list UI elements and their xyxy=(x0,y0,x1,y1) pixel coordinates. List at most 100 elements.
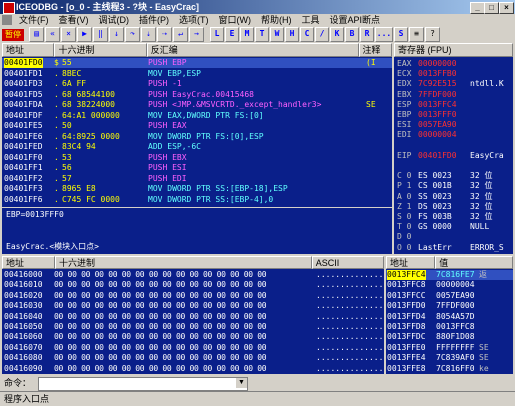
disasm-row[interactable]: 00401FED. 83C4 94 ADD ESP,-6C xyxy=(2,142,392,152)
dump-row[interactable]: 00416060 00 00 00 00 00 00 00 00 00 00 00… xyxy=(2,332,384,342)
toolbar-handles-button[interactable]: H xyxy=(285,27,299,42)
stack-row[interactable]: 0013FFE8 7C816FF0 ke xyxy=(386,364,513,374)
disasm-marker: $ xyxy=(54,58,59,67)
execute-till-return-icon[interactable]: ↵ xyxy=(173,27,188,42)
dump-row[interactable]: 00416040 00 00 00 00 00 00 00 00 00 00 00… xyxy=(2,312,384,322)
register-row xyxy=(394,161,513,171)
disasm-col-address[interactable]: 地址 xyxy=(2,43,55,57)
disasm-pane[interactable]: 00401FD0 $55 PUSH EBP (I 00401FD1. 8BEC MOV EB… xyxy=(2,57,392,207)
dump-row[interactable]: 00416000 00 00 00 00 00 00 00 00 00 00 00… xyxy=(2,270,384,280)
chevron-down-icon[interactable]: ▼ xyxy=(236,378,247,388)
stack-row[interactable]: 0013FFD8 0013FFC8 xyxy=(386,322,513,332)
toolbar-references-button[interactable]: R xyxy=(360,27,374,42)
menu-api-breakpoint[interactable]: 设置API断点 xyxy=(325,14,386,27)
title-bar: ICEODBG - [o_0 - 主线程3 - ?块 - EasyCrac] _… xyxy=(0,0,515,14)
disasm-col-comment[interactable]: 注释 xyxy=(358,43,393,57)
step-over-icon[interactable]: ↷ xyxy=(125,27,140,42)
disasm-col-hex[interactable]: 十六进制 xyxy=(54,43,147,57)
disasm-row[interactable]: 00401FD3. 6A FF PUSH -1 xyxy=(2,79,392,89)
minimize-button[interactable]: _ xyxy=(470,2,485,14)
dump-col-hex[interactable]: 十六进制 xyxy=(55,256,312,269)
stack-row[interactable]: 0013FFE4 7C839AF0 SE xyxy=(386,353,513,363)
dump-col-address[interactable]: 地址 xyxy=(2,256,56,269)
dump-row[interactable]: 00416090 00 00 00 00 00 00 00 00 00 00 00… xyxy=(2,364,384,374)
menu-view[interactable]: 查看(V) xyxy=(54,14,94,27)
toolbar-callstack-button[interactable]: K xyxy=(330,27,344,42)
dump-row[interactable]: 00416030 00 00 00 00 00 00 00 00 00 00 00… xyxy=(2,301,384,311)
trace-over-icon[interactable]: ⇢ xyxy=(157,27,172,42)
register-row: A 0 SS 0023 32 位 xyxy=(394,192,513,202)
stack-row[interactable]: 0013FFD4 8054A57D xyxy=(386,312,513,322)
disasm-row[interactable]: 00401FDA. 68 38224000 PUSH <JMP.&MSVCRTD._… xyxy=(2,100,392,110)
disasm-header: 地址 十六进制 反汇编 注释 xyxy=(2,43,393,57)
disasm-row[interactable]: 00401FF2. 57 PUSH EDI xyxy=(2,174,392,184)
dump-row[interactable]: 00416070 00 00 00 00 00 00 00 00 00 00 00… xyxy=(2,343,384,353)
disasm-address: 00401FD3 xyxy=(4,79,43,88)
disasm-address: 00401FD0 xyxy=(4,58,43,68)
disasm-row[interactable]: 00401FF0. 53 PUSH EBX xyxy=(2,153,392,163)
menu-file[interactable]: 文件(F) xyxy=(14,14,54,27)
disasm-row[interactable]: 00401FF3. 8965 E8 MOV DWORD PTR SS:[EBP-18… xyxy=(2,184,392,194)
stack-row[interactable]: 0013FFC8 00000004 xyxy=(386,280,513,290)
menu-window[interactable]: 窗口(W) xyxy=(214,14,257,27)
stack-value: 00000004 xyxy=(436,280,475,290)
run-icon[interactable]: ▶ xyxy=(77,27,92,42)
close-button[interactable]: × xyxy=(499,2,514,14)
dump-row[interactable]: 00416010 00 00 00 00 00 00 00 00 00 00 00… xyxy=(2,280,384,290)
menu-help[interactable]: 帮助(H) xyxy=(256,14,297,27)
stack-row[interactable]: 0013FFC4 7C816FE7 返 xyxy=(386,270,513,280)
toolbar-memory-button[interactable]: M xyxy=(240,27,254,42)
command-input[interactable]: ▼ xyxy=(38,377,248,391)
dump-hex: 00 00 00 00 00 00 00 00 00 00 00 00 00 0… xyxy=(54,322,267,331)
stack-col-address[interactable]: 地址 xyxy=(386,256,436,269)
dump-row[interactable]: 00416020 00 00 00 00 00 00 00 00 00 00 00… xyxy=(2,291,384,301)
close-icon[interactable]: × xyxy=(61,27,76,42)
disasm-row[interactable]: 00401FF1. 56 PUSH ESI xyxy=(2,163,392,173)
disasm-row[interactable]: 00401FD5. 68 68544100 PUSH EasyCrac.004154… xyxy=(2,90,392,100)
dump-col-ascii[interactable]: ASCII xyxy=(311,256,384,269)
disasm-address: 00401FE6 xyxy=(4,131,43,141)
disasm-row[interactable]: 00401FD1. 8BEC MOV EBP,ESP xyxy=(2,69,392,79)
stack-pane[interactable]: 0013FFC4 7C816FE7 返 0013FFC8 00000004 0013FFC… xyxy=(386,269,513,374)
open-icon[interactable]: ▤ xyxy=(29,27,44,42)
dump-row[interactable]: 00416050 00 00 00 00 00 00 00 00 00 00 00… xyxy=(2,322,384,332)
disasm-row[interactable]: 00401FD0 $55 PUSH EBP (I xyxy=(2,58,392,68)
toolbar-log-button[interactable]: L xyxy=(210,27,224,42)
list-icon[interactable]: ≡ xyxy=(409,27,424,42)
help-icon[interactable]: ? xyxy=(425,27,440,42)
toolbar-cpu-button[interactable]: C xyxy=(300,27,314,42)
dump-row[interactable]: 00416080 00 00 00 00 00 00 00 00 00 00 00… xyxy=(2,353,384,363)
goto-icon[interactable]: → xyxy=(189,27,204,42)
disasm-col-disasm[interactable]: 反汇编 xyxy=(146,43,359,57)
toolbar-runtrace-button[interactable]: ... xyxy=(375,27,393,42)
stack-row[interactable]: 0013FFCC 0057EA90 xyxy=(386,291,513,301)
disasm-hex: 6A FF xyxy=(62,79,87,88)
disasm-row[interactable]: 00401FE5. 50 PUSH EAX xyxy=(2,121,392,131)
maximize-button[interactable]: □ xyxy=(484,2,499,14)
toolbar-windows-button[interactable]: W xyxy=(270,27,284,42)
toolbar-source-button[interactable]: S xyxy=(394,27,408,42)
menu-debug[interactable]: 调试(D) xyxy=(94,14,135,27)
pause-icon[interactable]: ‖ xyxy=(93,27,108,42)
step-into-icon[interactable]: ↓ xyxy=(109,27,124,42)
menu-options[interactable]: 选项(T) xyxy=(174,14,214,27)
toolbar-patches-button[interactable]: / xyxy=(315,27,329,42)
menu-plugins[interactable]: 插件(P) xyxy=(134,14,174,27)
toolbar-threads-button[interactable]: T xyxy=(255,27,269,42)
toolbar-breakpoints-button[interactable]: B xyxy=(345,27,359,42)
stack-col-value[interactable]: 值 xyxy=(435,256,513,269)
menu-tools[interactable]: 工具 xyxy=(297,14,325,27)
registers-pane[interactable]: EAX 00000000 ECX 0013FFB0 EDX 7C92E515 ntdll.K… xyxy=(394,57,513,254)
register-row: EIP 00401FD0 EasyCra xyxy=(394,151,513,161)
disasm-hex: 8965 E8 xyxy=(62,184,96,193)
disasm-row[interactable]: 00401FF6. C745 FC 0000 MOV DWORD PTR SS:[E… xyxy=(2,195,392,205)
dump-pane[interactable]: 00416000 00 00 00 00 00 00 00 00 00 00 00… xyxy=(2,269,384,374)
restart-icon[interactable]: « xyxy=(45,27,60,42)
stack-row[interactable]: 0013FFD0 7FFDF000 xyxy=(386,301,513,311)
disasm-row[interactable]: 00401FDF. 64:A1 000000 MOV EAX,DWORD PTR F… xyxy=(2,111,392,121)
stack-row[interactable]: 0013FFE0 FFFFFFFF SE xyxy=(386,343,513,353)
toolbar-modules-button[interactable]: E xyxy=(225,27,239,42)
disasm-row[interactable]: 00401FE6. 64:8925 0000 MOV DWORD PTR FS:[0… xyxy=(2,132,392,142)
trace-into-icon[interactable]: ⇣ xyxy=(141,27,156,42)
stack-row[interactable]: 0013FFDC 880F1D08 xyxy=(386,332,513,342)
